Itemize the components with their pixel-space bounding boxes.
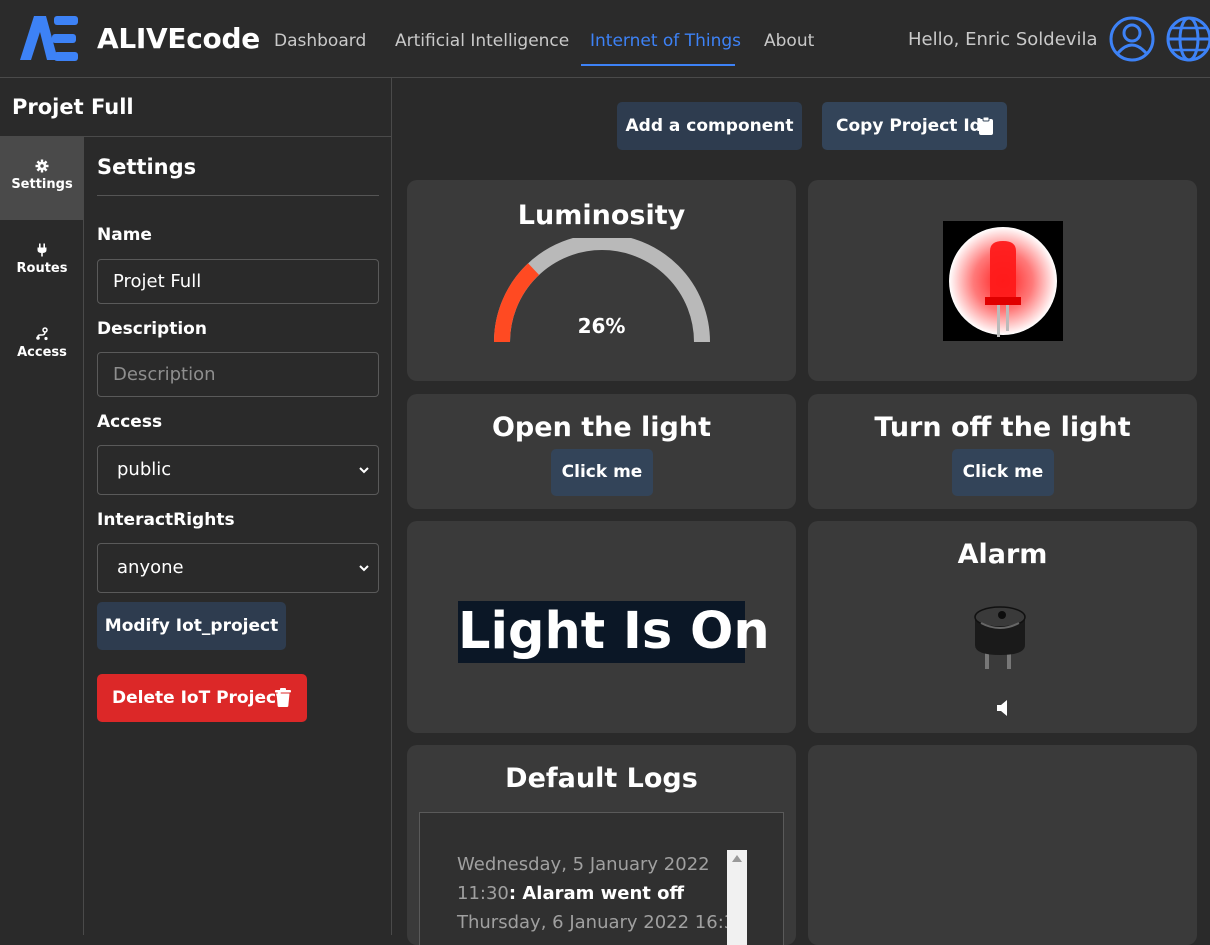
buzzer-icon	[974, 606, 1026, 669]
luminosity-card: Luminosity 26%	[407, 180, 796, 381]
globe-icon[interactable]	[1165, 15, 1210, 63]
open-light-title: Open the light	[491, 412, 712, 443]
open-light-button[interactable]: Click me	[551, 449, 653, 496]
copy-project-id-label: Copy Project Id	[836, 116, 982, 136]
delete-project-label: Delete IoT Project	[112, 688, 285, 708]
scroll-up-icon[interactable]	[732, 855, 742, 862]
clipboard-icon	[979, 117, 993, 135]
alarm-title: Alarm	[957, 539, 1048, 570]
add-component-button[interactable]: Add a component	[617, 102, 802, 150]
plug-icon	[37, 243, 47, 257]
log-scrollbar[interactable]	[727, 850, 747, 945]
delete-project-button[interactable]: Delete IoT Project	[97, 674, 307, 722]
sidebar-divider	[391, 78, 392, 935]
logs-card: Default Logs Wednesday, 5 January 2022 1…	[407, 745, 796, 945]
log-entry: 11:30: Alaram went off	[457, 883, 684, 904]
user-greeting: Hello, Enric Soldevila	[908, 29, 1098, 50]
speaker-icon[interactable]	[995, 699, 1011, 717]
light-status-card: Light Is On	[407, 521, 796, 733]
settings-heading: Settings	[97, 155, 197, 179]
access-label: Access	[97, 412, 163, 432]
chevron-down-icon	[359, 565, 369, 572]
top-navbar: ALIVEcode Dashboard Artificial Intellige…	[0, 0, 1210, 78]
chevron-down-icon	[359, 467, 369, 474]
tab-routes[interactable]: Routes	[0, 221, 84, 304]
open-light-card: Open the light Click me	[407, 394, 796, 509]
turn-off-light-button[interactable]: Click me	[952, 449, 1054, 496]
log-entry-date: Wednesday, 5 January 2022	[457, 854, 710, 875]
tab-settings[interactable]: Settings	[0, 137, 84, 220]
sidebar-tabs: Settings Routes Access	[0, 137, 84, 935]
gear-icon	[35, 159, 49, 173]
user-icon[interactable]	[1108, 15, 1156, 63]
interact-rights-value: anyone	[117, 557, 184, 578]
nav-dashboard[interactable]: Dashboard	[274, 31, 366, 51]
alarm-card: Alarm	[808, 521, 1197, 733]
log-entry-message: : Alaram went off	[508, 883, 685, 904]
route-icon	[36, 327, 48, 341]
alivecode-logo[interactable]	[18, 14, 80, 62]
name-field[interactable]: Projet Full	[97, 259, 379, 304]
nav-artificial-intelligence[interactable]: Artificial Intelligence	[395, 31, 569, 51]
description-label: Description	[97, 319, 207, 339]
nav-internet-of-things[interactable]: Internet of Things	[590, 31, 741, 51]
tab-access[interactable]: Access	[0, 305, 84, 388]
name-label: Name	[97, 225, 152, 245]
logs-title: Default Logs	[505, 763, 698, 794]
nav-about[interactable]: About	[764, 31, 814, 51]
project-header: Projet Full	[0, 78, 391, 137]
copy-project-id-button[interactable]: Copy Project Id	[822, 102, 1007, 150]
log-entry-time: 11:30	[457, 883, 509, 904]
brand-name[interactable]: ALIVEcode	[97, 22, 260, 55]
led-card	[808, 180, 1197, 381]
turn-off-light-title: Turn off the light	[874, 412, 1131, 443]
interact-rights-label: InteractRights	[97, 510, 235, 530]
active-nav-indicator	[581, 64, 735, 66]
tab-access-label: Access	[17, 345, 67, 360]
light-status-label: Light Is On	[458, 601, 770, 663]
tab-routes-label: Routes	[16, 261, 68, 276]
settings-panel: Settings Name Projet Full Description De…	[85, 137, 391, 935]
trash-icon	[275, 688, 291, 707]
led-icon	[943, 221, 1063, 341]
modify-project-button[interactable]: Modify Iot_project	[97, 602, 286, 650]
tab-settings-label: Settings	[11, 177, 73, 192]
interact-rights-select[interactable]: anyone	[97, 543, 379, 593]
project-title: Projet Full	[12, 95, 134, 119]
logs-box[interactable]: Wednesday, 5 January 2022 11:30: Alaram …	[419, 812, 784, 945]
divider	[97, 195, 379, 196]
access-select[interactable]: public	[97, 445, 379, 495]
access-select-value: public	[117, 459, 172, 480]
turn-off-light-card: Turn off the light Click me	[808, 394, 1197, 509]
luminosity-value: 26%	[577, 314, 626, 338]
luminosity-title: Luminosity	[517, 200, 686, 231]
log-entry-date: Thursday, 6 January 2022 16:30	[457, 912, 747, 933]
description-field[interactable]: Description	[97, 352, 379, 397]
empty-component-card	[808, 745, 1197, 945]
